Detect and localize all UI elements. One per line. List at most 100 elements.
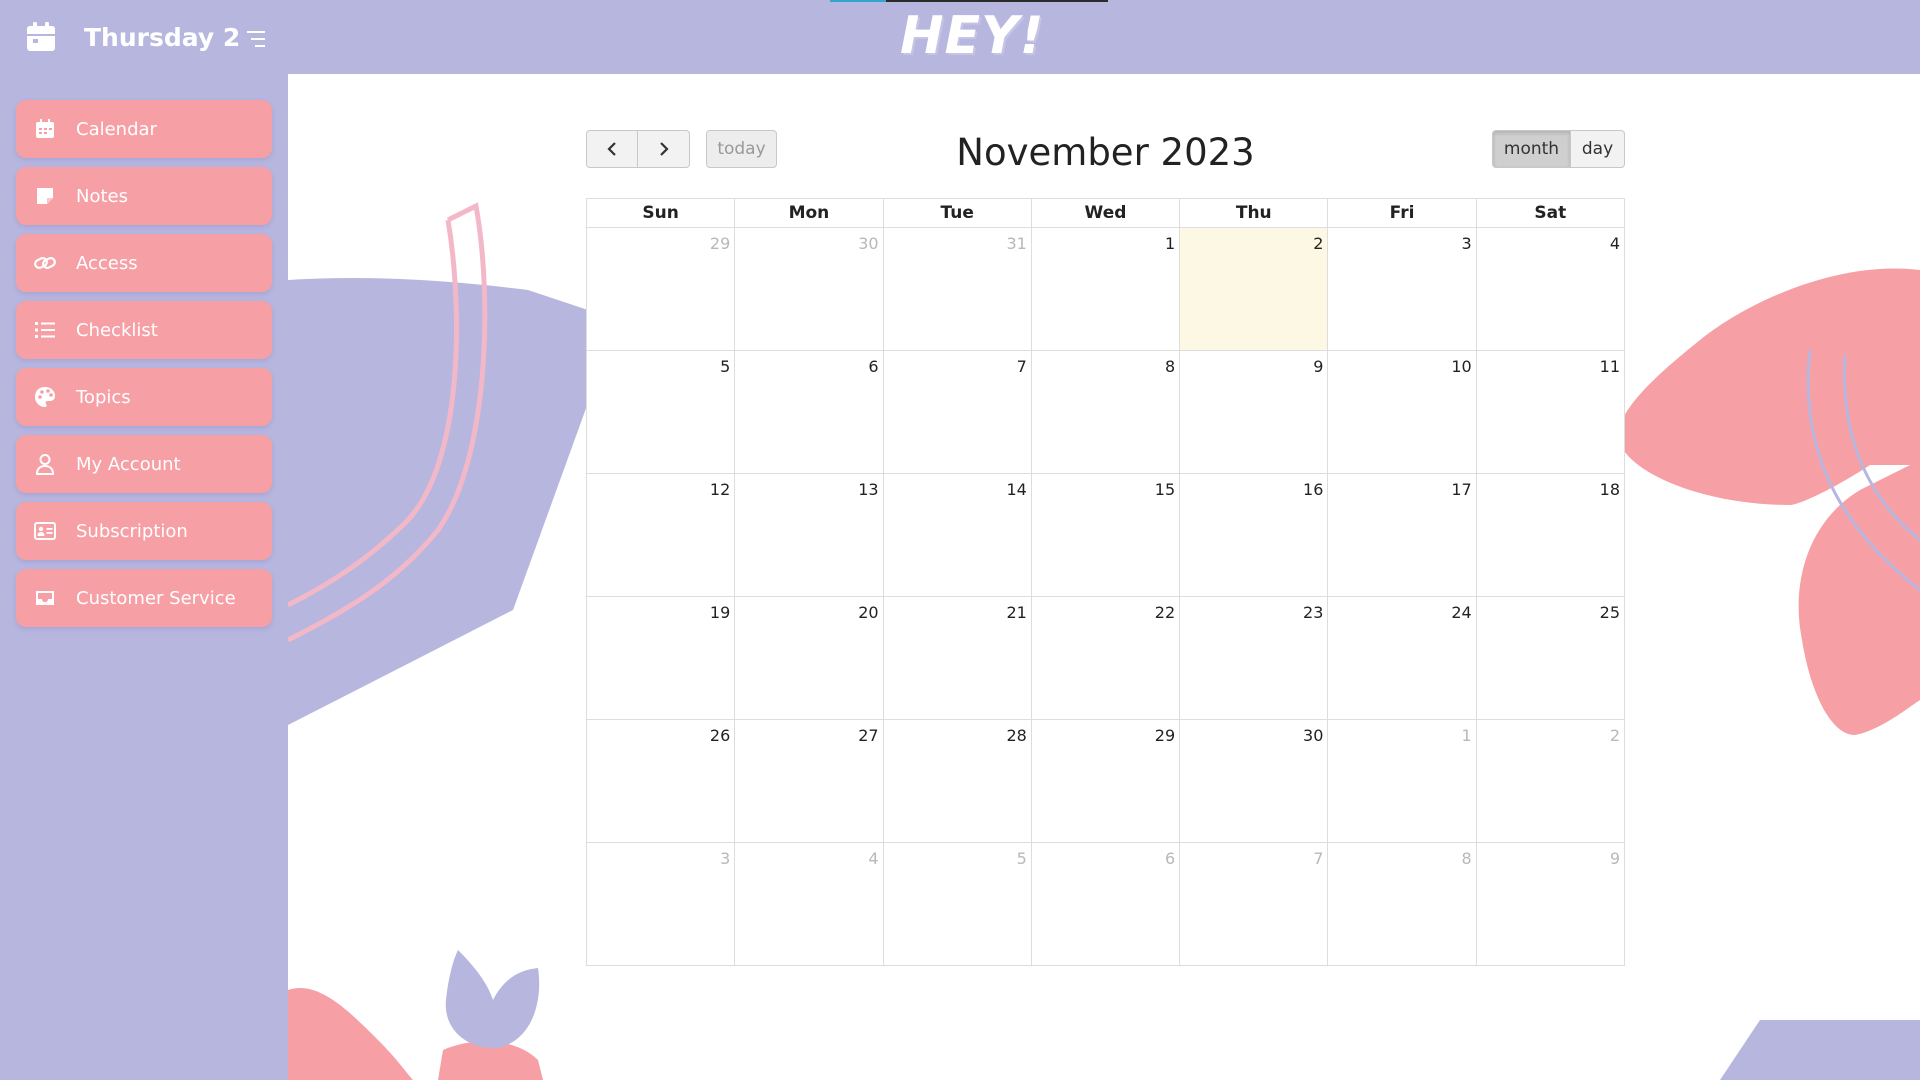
sidebar-item-topics[interactable]: Topics <box>16 368 272 426</box>
calendar-icon <box>36 119 54 138</box>
calendar-day-cell[interactable]: 11 <box>1475 350 1626 474</box>
calendar: November 2023 today month day Sun Mon Tu… <box>585 128 1626 966</box>
calendar-day-cell[interactable]: 24 <box>1327 596 1477 720</box>
day-number: 8 <box>1461 849 1472 868</box>
month-view-button[interactable]: month <box>1492 130 1571 168</box>
day-number: 30 <box>1303 726 1324 745</box>
sidebar-item-calendar[interactable]: Calendar <box>16 100 272 158</box>
chevron-right-icon <box>659 142 669 156</box>
calendar-day-cell[interactable]: 22 <box>1030 596 1181 720</box>
calendar-day-cell[interactable]: 30 <box>1179 719 1329 843</box>
calendar-day-cell[interactable]: 21 <box>882 596 1032 720</box>
calendar-day-cell[interactable]: 23 <box>1179 596 1329 720</box>
calendar-day-cell[interactable]: 28 <box>882 719 1032 843</box>
day-number: 9 <box>1313 357 1324 376</box>
calendar-title-text: November 2023 <box>956 131 1255 174</box>
day-number: 1 <box>1461 726 1472 745</box>
day-number: 7 <box>1313 849 1324 868</box>
calendar-day-cell[interactable]: 6 <box>1030 842 1181 966</box>
calendar-day-cell[interactable]: 15 <box>1030 473 1181 597</box>
sidebar-item-label: My Account <box>76 453 181 475</box>
calendar-day-cell[interactable]: 10 <box>1327 350 1477 474</box>
calendar-day-cell[interactable]: 13 <box>734 473 884 597</box>
calendar-day-cell[interactable]: 16 <box>1179 473 1329 597</box>
weekday-header: Thu <box>1179 198 1329 228</box>
prev-month-button[interactable] <box>586 130 638 168</box>
calendar-day-cell[interactable]: 5 <box>882 842 1032 966</box>
calendar-day-cell[interactable]: 20 <box>734 596 884 720</box>
sidebar-item-label: Checklist <box>76 319 158 341</box>
sidebar-item-my-account[interactable]: My Account <box>16 435 272 493</box>
day-number: 1 <box>1164 234 1176 253</box>
calendar-day-cell[interactable]: 12 <box>585 473 736 597</box>
calendar-day-cell[interactable]: 26 <box>585 719 736 843</box>
calendar-day-cell[interactable]: 4 <box>734 842 884 966</box>
day-number: 16 <box>1303 480 1324 499</box>
calendar-week-row: 5 6 7 8 9 10 11 <box>585 350 1626 474</box>
calendar-day-cell[interactable]: 8 <box>1327 842 1477 966</box>
sidebar-item-subscription[interactable]: Subscription <box>16 502 272 560</box>
calendar-day-cell[interactable]: 6 <box>734 350 884 474</box>
day-number: 28 <box>1006 726 1027 745</box>
calendar-day-cell[interactable]: 14 <box>882 473 1032 597</box>
next-month-button[interactable] <box>638 130 690 168</box>
loading-bar <box>830 0 1108 2</box>
day-number: 11 <box>1599 357 1620 376</box>
calendar-day-cell[interactable]: 29 <box>585 227 736 351</box>
sidebar-item-access[interactable]: Access <box>16 234 272 292</box>
sidebar-item-label: Calendar <box>76 118 157 140</box>
weekday-header: Sun <box>585 198 736 228</box>
day-number: 18 <box>1599 480 1620 499</box>
day-number: 5 <box>720 357 731 376</box>
day-number: 6 <box>868 357 879 376</box>
sidebar-item-notes[interactable]: Notes <box>16 167 272 225</box>
calendar-day-cell[interactable]: 2 <box>1475 719 1626 843</box>
sidebar-item-customer-service[interactable]: Customer Service <box>16 569 272 627</box>
calendar-day-cell[interactable]: 17 <box>1327 473 1477 597</box>
calendar-day-cell[interactable]: 19 <box>585 596 736 720</box>
calendar-icon <box>27 22 55 51</box>
calendar-day-cell[interactable]: 25 <box>1475 596 1626 720</box>
day-number: 29 <box>1154 726 1176 745</box>
calendar-day-cell[interactable]: 3 <box>585 842 736 966</box>
day-number: 4 <box>1609 234 1620 253</box>
day-number: 25 <box>1599 603 1620 622</box>
calendar-day-cell-today[interactable]: 2 <box>1179 227 1329 351</box>
menu-toggle-icon[interactable] <box>247 30 271 48</box>
calendar-day-cell[interactable]: 5 <box>585 350 736 474</box>
day-number: 3 <box>720 849 731 868</box>
calendar-day-cell[interactable]: 8 <box>1030 350 1181 474</box>
calendar-day-cell[interactable]: 1 <box>1327 719 1477 843</box>
calendar-day-cell[interactable]: 31 <box>882 227 1032 351</box>
day-number: 14 <box>1006 480 1027 499</box>
calendar-week-row: 3 4 5 6 7 8 9 <box>585 842 1626 966</box>
calendar-day-cell[interactable]: 7 <box>1179 842 1329 966</box>
calendar-week-row: 12 13 14 15 16 17 18 <box>585 473 1626 597</box>
calendar-day-cell[interactable]: 9 <box>1475 842 1626 966</box>
weekday-header: Fri <box>1327 198 1477 228</box>
list-icon <box>35 322 55 338</box>
calendar-grid: Sun Mon Tue Wed Thu Fri Sat 29 30 31 1 2 3 4 5 6… <box>585 198 1626 966</box>
calendar-day-cell[interactable]: 27 <box>734 719 884 843</box>
day-number: 6 <box>1164 849 1176 868</box>
day-number: 2 <box>1313 234 1324 253</box>
today-button[interactable]: today <box>706 130 777 168</box>
day-view-button[interactable]: day <box>1571 130 1625 168</box>
day-number: 22 <box>1154 603 1176 622</box>
day-number: 19 <box>709 603 731 622</box>
calendar-day-cell[interactable]: 9 <box>1179 350 1329 474</box>
calendar-day-cell[interactable]: 7 <box>882 350 1032 474</box>
calendar-day-cell[interactable]: 1 <box>1030 227 1181 351</box>
day-number: 13 <box>858 480 879 499</box>
decorative-blob-left <box>288 202 618 725</box>
calendar-day-cell[interactable]: 4 <box>1475 227 1626 351</box>
day-number: 17 <box>1451 480 1472 499</box>
calendar-day-cell[interactable]: 29 <box>1030 719 1181 843</box>
calendar-day-cell[interactable]: 18 <box>1475 473 1626 597</box>
day-number: 3 <box>1461 234 1472 253</box>
calendar-day-cell[interactable]: 3 <box>1327 227 1477 351</box>
calendar-day-cell[interactable]: 30 <box>734 227 884 351</box>
sidebar-item-checklist[interactable]: Checklist <box>16 301 272 359</box>
day-number: 12 <box>709 480 731 499</box>
day-number: 23 <box>1303 603 1324 622</box>
